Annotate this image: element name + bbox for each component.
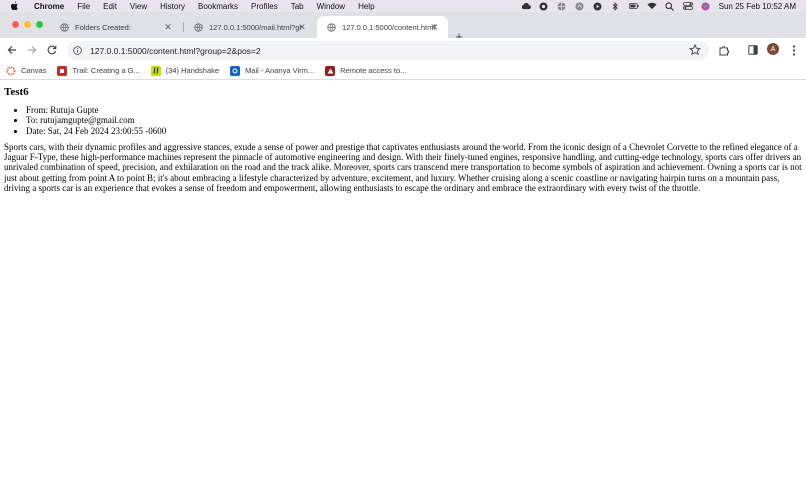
bookmark-label: Mail - Ananya Virm... — [245, 66, 315, 75]
menu-history[interactable]: History — [160, 2, 185, 11]
vpn-icon[interactable] — [575, 2, 585, 10]
browser-toolbar: 127.0.0.1:5000/content.html?group=2&pos=… — [0, 38, 806, 62]
bookmark-handshake[interactable]: (34) Handshake — [150, 65, 220, 76]
forward-button[interactable] — [24, 42, 40, 58]
record-icon[interactable] — [539, 2, 549, 10]
globe-icon — [194, 22, 203, 32]
fullscreen-window-button[interactable] — [36, 21, 43, 28]
email-subject: Test6 — [4, 86, 29, 98]
menu-profiles[interactable]: Profiles — [251, 2, 278, 11]
macos-menu-bar: Chrome File Edit View History Bookmarks … — [0, 0, 806, 12]
bookmark-label: (34) Handshake — [165, 66, 220, 75]
globe-icon — [327, 22, 336, 32]
tab-mail[interactable]: 127.0.0.1:5000/mail.html?gr ✕ — [184, 16, 316, 38]
menu-tab[interactable]: Tab — [291, 2, 304, 11]
reload-button[interactable] — [44, 42, 60, 58]
globe-icon[interactable] — [557, 2, 567, 10]
menu-window[interactable]: Window — [317, 2, 345, 11]
apple-icon[interactable] — [10, 1, 22, 11]
email-content: Test6 From: Rutuja Gupte To: rutujamgupt… — [4, 86, 802, 193]
email-to: To: rutujamgupte@gmail.com — [26, 115, 802, 125]
tab-title: 127.0.0.1:5000/mail.html?gr — [209, 22, 302, 32]
menu-edit[interactable]: Edit — [103, 2, 117, 11]
email-body: Sports cars, with their dynamic profiles… — [4, 141, 802, 194]
bookmark-label: Remote access to... — [340, 66, 407, 75]
profile-avatar[interactable]: A — [767, 43, 779, 55]
arrow-right-icon — [28, 46, 37, 54]
minimize-window-button[interactable] — [24, 21, 31, 28]
side-panel-icon — [748, 45, 758, 55]
bookmark-remote-access[interactable]: Remote access to... — [325, 65, 407, 76]
email-date: Date: Sat, 24 Feb 2024 23:00:55 -0600 — [26, 126, 802, 136]
trail-logo-icon — [57, 65, 68, 76]
close-icon[interactable]: ✕ — [428, 21, 440, 33]
bookmark-label: Canvas — [21, 66, 47, 75]
extensions-button[interactable] — [716, 42, 732, 58]
reload-icon — [47, 45, 57, 55]
url-text[interactable]: 127.0.0.1:5000/content.html?group=2&pos=… — [90, 46, 261, 56]
menu-view[interactable]: View — [130, 2, 147, 11]
bookmark-canvas[interactable]: Canvas — [6, 66, 46, 76]
menu-help[interactable]: Help — [358, 2, 374, 11]
chrome-menu-button[interactable] — [786, 42, 802, 58]
tab-title: Folders Created: — [75, 22, 131, 32]
bookmark-label: Trail: Creating a G... — [72, 66, 140, 75]
close-icon[interactable]: ✕ — [296, 21, 308, 33]
tab-content[interactable]: 127.0.0.1:5000/content.html? ✕ — [317, 16, 448, 38]
cloud-icon[interactable] — [521, 2, 531, 10]
email-headers: From: Rutuja Gupte To: rutujamgupte@gmai… — [4, 105, 802, 136]
globe-icon — [60, 22, 69, 32]
puzzle-icon — [719, 45, 729, 55]
bookmarks-bar: Canvas Trail: Creating a G... (34) Hands… — [0, 62, 806, 80]
close-window-button[interactable] — [12, 21, 19, 28]
menu-bookmarks[interactable]: Bookmarks — [198, 2, 238, 11]
battery-icon[interactable] — [628, 2, 639, 10]
side-panel-button[interactable] — [745, 42, 761, 58]
bookmark-outlook-mail[interactable]: Mail - Ananya Virm... — [230, 65, 315, 76]
tab-folders-created[interactable]: Folders Created: ✕ — [50, 16, 182, 38]
canvas-logo-icon — [6, 66, 16, 76]
outlook-logo-icon — [230, 65, 241, 76]
info-icon[interactable] — [73, 46, 82, 55]
tab-strip: Folders Created: ✕ 127.0.0.1:5000/mail.h… — [0, 12, 806, 44]
menu-file[interactable]: File — [77, 2, 90, 11]
arrow-left-icon — [7, 46, 16, 54]
bookmark-trail[interactable]: Trail: Creating a G... — [57, 65, 140, 76]
control-center-icon[interactable] — [682, 2, 693, 10]
remote-access-logo-icon — [325, 65, 336, 76]
play-icon[interactable] — [593, 2, 603, 10]
close-icon[interactable]: ✕ — [162, 21, 174, 33]
bookmark-star-icon[interactable] — [689, 44, 701, 56]
address-bar[interactable]: 127.0.0.1:5000/content.html?group=2&pos=… — [67, 41, 709, 60]
handshake-logo-icon — [150, 65, 161, 76]
bluetooth-icon[interactable] — [611, 1, 621, 11]
menu-chrome[interactable]: Chrome — [34, 2, 64, 11]
siri-icon[interactable] — [701, 2, 711, 10]
tab-title: 127.0.0.1:5000/content.html? — [342, 22, 437, 32]
more-vertical-icon — [792, 44, 796, 56]
wifi-icon[interactable] — [647, 2, 657, 10]
status-area: Sun 25 Feb 10:52 AM — [521, 0, 796, 12]
menubar-clock[interactable]: Sun 25 Feb 10:52 AM — [719, 2, 796, 11]
back-button[interactable] — [4, 42, 20, 58]
search-icon[interactable] — [665, 1, 675, 11]
email-from: From: Rutuja Gupte — [26, 105, 802, 115]
